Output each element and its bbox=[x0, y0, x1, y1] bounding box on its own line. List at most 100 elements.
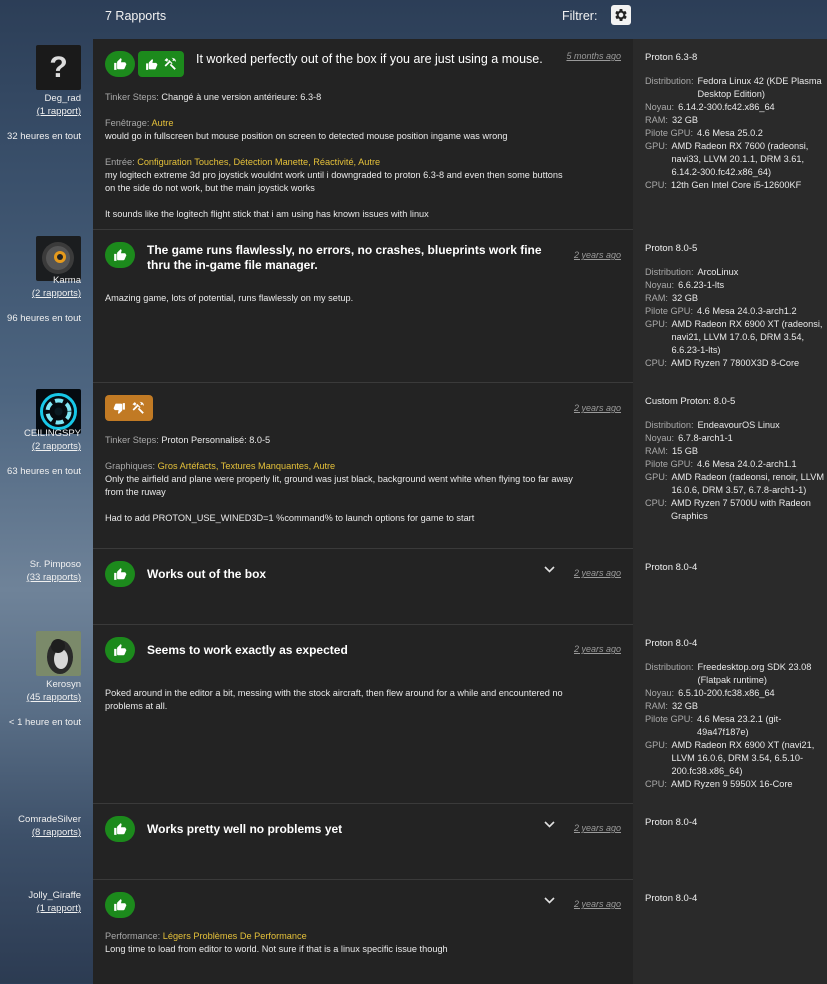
user-name[interactable]: Jolly_Giraffe bbox=[28, 890, 81, 901]
tinker-value: Changé à une version antérieure: 6.3-8 bbox=[161, 92, 322, 102]
report-date[interactable]: 2 years ago bbox=[574, 644, 621, 654]
tools-icon bbox=[132, 401, 144, 414]
gpu-value: AMD Radeon (radeonsi, renoir, LLVM 16.0.… bbox=[671, 472, 824, 495]
thumbs-up-icon bbox=[114, 249, 127, 261]
gpu-label: GPU: bbox=[645, 319, 668, 329]
ram-value: 32 GB bbox=[671, 293, 699, 303]
filter-button[interactable] bbox=[611, 5, 631, 25]
thumbs-up-icon bbox=[146, 58, 158, 70]
report-item: Karma (2 rapports) 96 heures en tout The… bbox=[0, 230, 827, 383]
system-info: Proton 6.3-8 Distribution: Fedora Linux 4… bbox=[633, 39, 827, 230]
thumbs-up-icon bbox=[114, 58, 127, 70]
report-item: Kerosyn (45 rapports) < 1 heure en tout … bbox=[0, 625, 827, 804]
kernel-value: 6.5.10-200.fc38.x86_64 bbox=[678, 688, 775, 698]
report-item: ComradeSilver (8 rapports) Works pretty … bbox=[0, 804, 827, 880]
works-badge bbox=[105, 816, 135, 842]
thumbs-up-icon bbox=[114, 823, 127, 835]
chevron-down-icon[interactable] bbox=[544, 566, 555, 573]
user-playtime: 96 heures en tout bbox=[7, 313, 81, 324]
user-report-count[interactable]: (45 rapports) bbox=[27, 692, 81, 703]
report-card: 2 years ago Tinker Steps: Proton Personn… bbox=[93, 383, 633, 549]
report-date[interactable]: 2 years ago bbox=[574, 823, 621, 833]
tinker-value: Proton Personnalisé: 8.0-5 bbox=[161, 435, 271, 445]
user-name[interactable]: ComradeSilver bbox=[18, 814, 81, 825]
user-report-count[interactable]: (8 rapports) bbox=[32, 827, 81, 838]
driver-label: Pilote GPU: bbox=[645, 306, 693, 316]
chevron-down-icon[interactable] bbox=[544, 821, 555, 828]
thumbs-up-icon bbox=[114, 899, 127, 911]
works-badge bbox=[105, 892, 135, 918]
report-card: Works pretty well no problems yet 2 year… bbox=[93, 804, 633, 880]
user-name[interactable]: Karma bbox=[53, 275, 81, 286]
user-report-count[interactable]: (33 rapports) bbox=[27, 572, 81, 583]
report-count: 7 Rapports bbox=[105, 9, 167, 23]
driver-value: 4.6 Mesa 24.0.3-arch1.2 bbox=[697, 306, 797, 316]
report-date[interactable]: 2 years ago bbox=[574, 403, 621, 413]
report-date[interactable]: 5 months ago bbox=[566, 51, 621, 61]
gpu-value: AMD Radeon RX 6900 XT (radeonsi, navi21,… bbox=[671, 319, 823, 355]
avatar[interactable] bbox=[36, 631, 81, 676]
system-info: Proton 8.0-5 Distribution: ArcoLinux Noya… bbox=[633, 230, 827, 383]
distribution-value: Fedora Linux 42 (KDE Plasma Desktop Edit… bbox=[697, 76, 822, 99]
chevron-down-icon[interactable] bbox=[544, 897, 555, 904]
user-report-count[interactable]: (2 rapports) bbox=[32, 288, 81, 299]
gpu-label: GPU: bbox=[645, 141, 668, 151]
report-user: Karma (2 rapports) 96 heures en tout bbox=[0, 230, 93, 383]
report-body: Amazing game, lots of potential, runs fl… bbox=[105, 292, 575, 305]
user-playtime: 32 heures en tout bbox=[7, 131, 81, 142]
distribution-label: Distribution: bbox=[645, 267, 694, 277]
ram-label: RAM: bbox=[645, 446, 668, 456]
cpu-label: CPU: bbox=[645, 180, 667, 190]
report-item: Jolly_Giraffe (1 rapport) 2 years ago Pe… bbox=[0, 880, 827, 984]
distribution-label: Distribution: bbox=[645, 420, 694, 430]
kernel-label: Noyau: bbox=[645, 280, 675, 290]
avatar[interactable]: ? bbox=[36, 45, 81, 90]
user-name[interactable]: Deg_rad bbox=[45, 93, 81, 104]
driver-value: 4.6 Mesa 24.0.2-arch1.1 bbox=[697, 459, 797, 469]
report-body: Tinker Steps: Changé à une version antér… bbox=[105, 91, 575, 221]
user-playtime: < 1 heure en tout bbox=[8, 717, 81, 728]
report-note: Had to add PROTON_USE_WINED3D=1 %command… bbox=[105, 513, 475, 523]
distribution-label: Distribution: bbox=[645, 662, 694, 672]
section-label: Graphiques: bbox=[105, 461, 156, 471]
report-title: The game runs flawlessly, no errors, no … bbox=[147, 243, 542, 272]
proton-version: Proton 6.3-8 bbox=[645, 52, 698, 63]
user-name[interactable]: CEILINGSPY bbox=[24, 428, 81, 439]
report-list: ? Deg_rad (1 rapport) 32 heures en tout … bbox=[0, 39, 827, 984]
driver-value: 4.6 Mesa 23.2.1 (git-49a47f187e) bbox=[697, 714, 782, 737]
proton-version: Proton 8.0-4 bbox=[645, 817, 698, 828]
report-date[interactable]: 2 years ago bbox=[574, 568, 621, 578]
works-badge bbox=[105, 242, 135, 268]
gpu-label: GPU: bbox=[645, 472, 668, 482]
user-name[interactable]: Kerosyn bbox=[46, 679, 81, 690]
report-body: Performance: Légers Problèmes De Perform… bbox=[105, 930, 575, 956]
kernel-label: Noyau: bbox=[645, 433, 675, 443]
system-info: Proton 8.0-4 bbox=[633, 549, 827, 625]
tools-icon bbox=[164, 57, 176, 70]
cpu-label: CPU: bbox=[645, 358, 667, 368]
user-report-count[interactable]: (2 rapports) bbox=[32, 441, 81, 452]
kernel-value: 6.14.2-300.fc42.x86_64 bbox=[678, 102, 775, 112]
user-report-count[interactable]: (1 rapport) bbox=[37, 106, 81, 117]
works-badge bbox=[105, 51, 135, 77]
report-date[interactable]: 2 years ago bbox=[574, 899, 621, 909]
user-report-count[interactable]: (1 rapport) bbox=[37, 903, 81, 914]
user-name[interactable]: Sr. Pimposo bbox=[30, 559, 81, 570]
reports-header: 7 Rapports Filtrer: bbox=[0, 0, 827, 38]
ram-label: RAM: bbox=[645, 115, 668, 125]
report-user: ComradeSilver (8 rapports) bbox=[0, 804, 93, 880]
report-item: Sr. Pimposo (33 rapports) Works out of t… bbox=[0, 549, 827, 625]
thumbs-up-icon bbox=[114, 568, 127, 580]
kernel-value: 6.7.8-arch1-1 bbox=[678, 433, 733, 443]
question-mark-icon: ? bbox=[49, 50, 68, 84]
system-info: Proton 8.0-4 Distribution: Freedesktop.or… bbox=[633, 625, 827, 804]
driver-label: Pilote GPU: bbox=[645, 128, 693, 138]
report-card: The game runs flawlessly, no errors, no … bbox=[93, 230, 633, 383]
report-user: Kerosyn (45 rapports) < 1 heure en tout bbox=[0, 625, 93, 804]
report-card: Works out of the box 2 years ago bbox=[93, 549, 633, 625]
works-badge bbox=[105, 637, 135, 663]
proton-version: Proton 8.0-4 bbox=[645, 638, 698, 649]
gear-icon[interactable] bbox=[613, 7, 629, 23]
gpu-value: AMD Radeon RX 7600 (radeonsi, navi33, LL… bbox=[671, 141, 809, 177]
report-date[interactable]: 2 years ago bbox=[574, 250, 621, 260]
